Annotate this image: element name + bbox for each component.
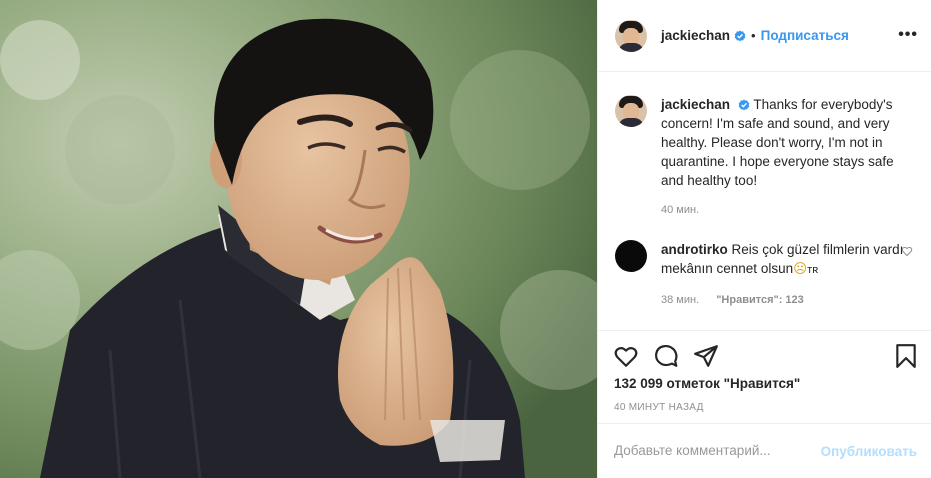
post-photo-illustration [0,0,597,478]
header-separator: • [751,28,756,43]
caption-text-block: jackiechan Thanks for everybody's concer… [661,95,915,190]
post-actions-bar [598,330,931,377]
comment-item: androtirko Reis çok güzel filmlerin vard… [615,240,915,306]
post-time[interactable]: 40 МИНУТ НАЗАД [614,402,704,413]
follow-button[interactable]: Подписаться [761,28,849,43]
heart-icon[interactable] [613,343,639,369]
post-side-panel: jackiechan • Подписаться ••• jackiechan … [597,0,931,478]
add-comment-section: Опубликовать [598,423,931,478]
comment-like-heart-icon[interactable] [901,245,913,257]
crying-emoji-icon: ☹ [793,261,808,276]
comment-time[interactable]: 38 мин. [661,294,699,306]
caption-time[interactable]: 40 мин. [661,204,699,216]
comments-list[interactable]: jackiechan Thanks for everybody's concer… [598,72,931,330]
post-photo[interactable] [0,0,597,478]
more-options-icon[interactable]: ••• [898,26,918,44]
post-caption: jackiechan Thanks for everybody's concer… [615,95,915,216]
tr-flag-icon: ᴛʀ [807,264,819,276]
verified-badge-icon [734,30,746,41]
comment-meta: 38 мин. "Нравится": 123 [661,294,915,306]
publish-button[interactable]: Опубликовать [821,444,917,459]
comment-author[interactable]: androtirko [661,242,728,257]
comment-text-block: androtirko Reis çok güzel filmlerin vard… [661,240,915,280]
comment-input[interactable] [614,443,814,458]
comment-likes[interactable]: "Нравится": 123 [716,294,804,306]
verified-badge-icon [738,99,750,111]
comment-icon[interactable] [653,343,679,369]
caption-meta: 40 мин. [661,204,915,216]
share-icon[interactable] [693,343,719,369]
bookmark-icon[interactable] [893,343,919,369]
author-avatar[interactable] [615,19,647,52]
caption-author[interactable]: jackiechan [661,97,730,112]
caption-author-avatar[interactable] [615,95,647,127]
commenter-avatar[interactable] [615,240,647,272]
likes-count[interactable]: 132 099 отметок "Нравится" [614,376,800,391]
author-username[interactable]: jackiechan [661,28,730,43]
post-header: jackiechan • Подписаться ••• [598,0,931,72]
